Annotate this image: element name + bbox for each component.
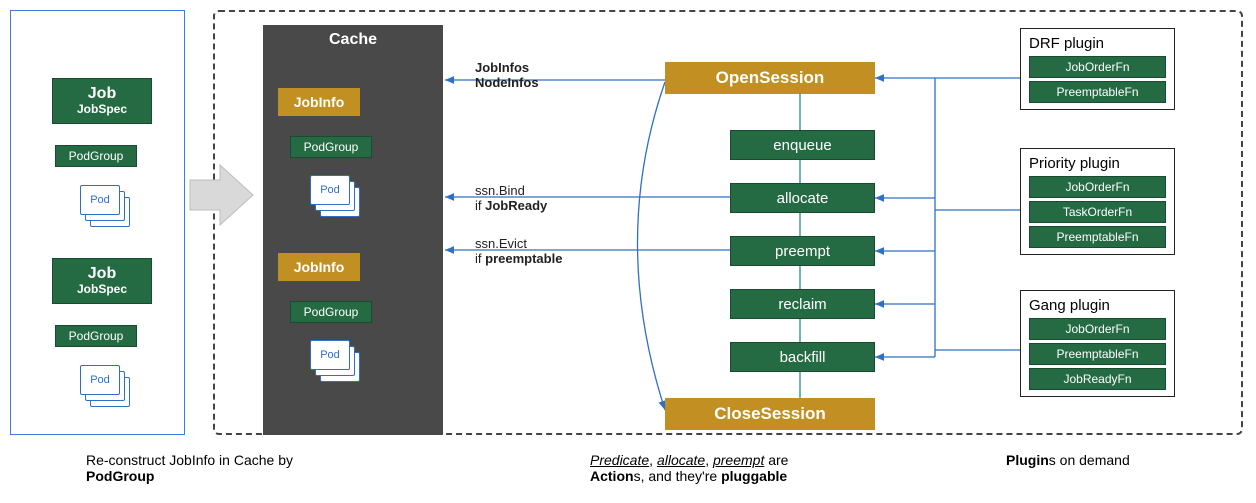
podgroup-box-2: PodGroup <box>55 325 137 347</box>
action-enqueue: enqueue <box>730 130 875 160</box>
open-session-box: OpenSession <box>665 62 875 94</box>
podgroup-box-1: PodGroup <box>55 145 137 167</box>
action-allocate: allocate <box>730 183 875 213</box>
action-preempt: preempt <box>730 236 875 266</box>
big-arrow-icon <box>185 160 255 230</box>
pod-label: Pod <box>90 194 110 206</box>
plugin-gang: Gang plugin JobOrderFn PreemptableFn Job… <box>1020 290 1175 397</box>
action-backfill: backfill <box>730 342 875 372</box>
label-evict: ssn.Evictif preemptable <box>475 236 562 266</box>
plugin-gang-item: JobOrderFn <box>1029 318 1166 340</box>
cache-title: Cache <box>263 25 443 49</box>
job-box-2: Job JobSpec <box>52 258 152 304</box>
pod-stack-2: Pod <box>80 365 130 409</box>
close-session-box: CloseSession <box>665 398 875 430</box>
footer-left: Re-construct JobInfo in Cache byPodGroup <box>86 452 293 484</box>
cache-pod-stack-1: Pod <box>310 175 360 219</box>
plugin-gang-title: Gang plugin <box>1029 297 1166 314</box>
plugin-priority-item: JobOrderFn <box>1029 176 1166 198</box>
cache-podgroup-1: PodGroup <box>290 136 372 158</box>
label-jobinfos: JobInfosNodeInfos <box>475 60 539 90</box>
action-reclaim: reclaim <box>730 289 875 319</box>
plugin-priority-item: PreemptableFn <box>1029 226 1166 248</box>
plugin-drf-item: PreemptableFn <box>1029 81 1166 103</box>
jobinfo-box-1: JobInfo <box>278 88 360 116</box>
plugin-drf: DRF plugin JobOrderFn PreemptableFn <box>1020 28 1175 110</box>
jobinfo-box-2: JobInfo <box>278 253 360 281</box>
pod-stack-1: Pod <box>80 185 130 229</box>
plugin-priority-item: TaskOrderFn <box>1029 201 1166 223</box>
plugin-gang-item: JobReadyFn <box>1029 368 1166 390</box>
footer-mid: Predicate, allocate, preempt areActions,… <box>590 452 788 484</box>
plugin-priority-title: Priority plugin <box>1029 155 1166 172</box>
plugin-drf-item: JobOrderFn <box>1029 56 1166 78</box>
job-label: Job <box>88 85 116 103</box>
plugin-priority: Priority plugin JobOrderFn TaskOrderFn P… <box>1020 148 1175 255</box>
footer-right: Plugins on demand <box>1006 452 1130 468</box>
job-box-1: Job JobSpec <box>52 78 152 124</box>
plugin-gang-item: PreemptableFn <box>1029 343 1166 365</box>
label-bind: ssn.Bindif JobReady <box>475 183 547 213</box>
cache-podgroup-2: PodGroup <box>290 301 372 323</box>
cache-pod-stack-2: Pod <box>310 340 360 384</box>
jobspec-label: JobSpec <box>77 103 127 117</box>
plugin-drf-title: DRF plugin <box>1029 35 1166 52</box>
